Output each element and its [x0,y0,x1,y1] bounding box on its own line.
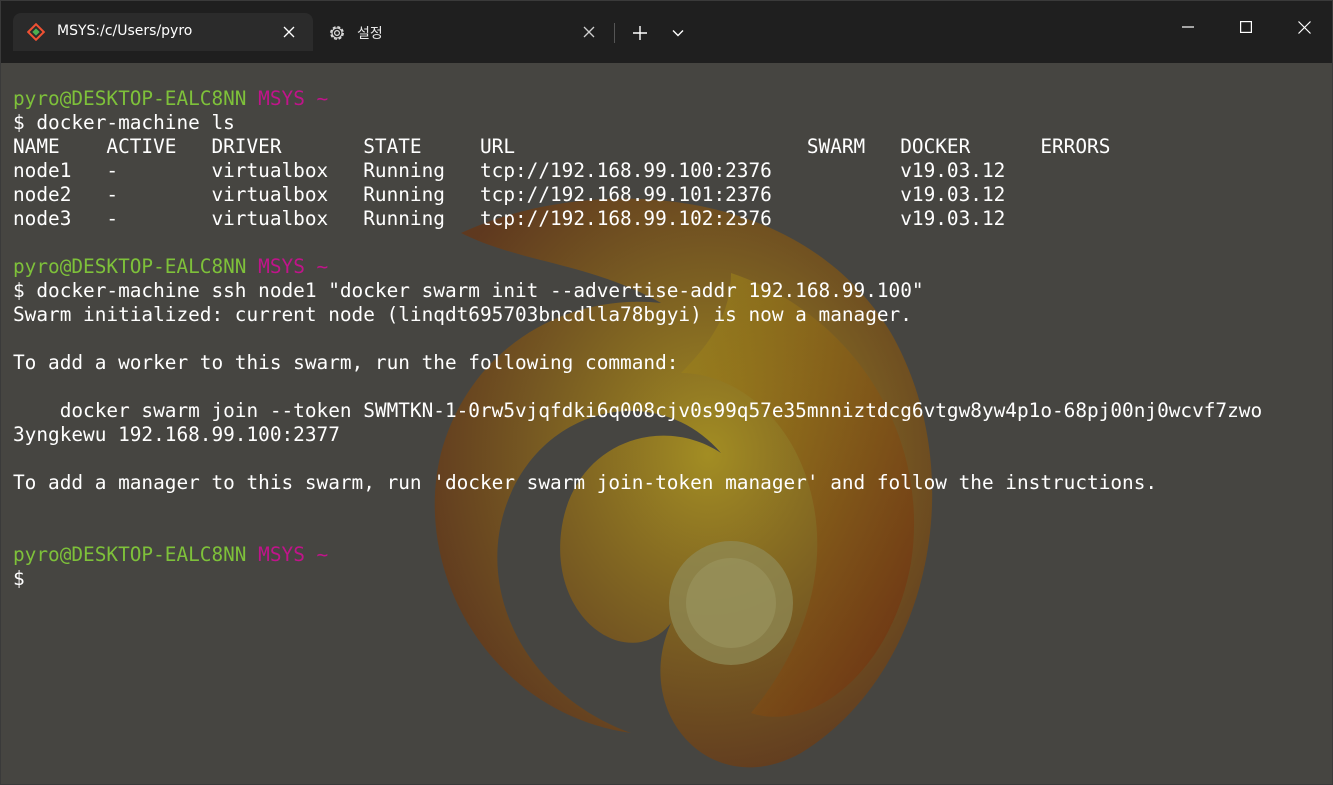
maximize-icon [1240,21,1252,33]
close-icon[interactable] [279,22,299,42]
prompt-msys-path: MSYS ~ [258,87,329,110]
tab-title: MSYS:/c/Users/pyro [57,23,193,39]
tab-title: 설정 [357,26,383,42]
terminal-line: To add a worker to this swarm, run the f… [13,351,1262,375]
close-icon [1297,20,1311,34]
terminal-text-segment: node2 - virtualbox Running tcp://192.168… [13,183,1006,206]
terminal-text-segment: Swarm initialized: current node (linqdt6… [13,303,912,326]
terminal-line: 3yngkewu 192.168.99.100:2377 [13,423,1262,447]
terminal-line: Swarm initialized: current node (linqdt6… [13,303,1262,327]
prompt-user-host: pyro@DESKTOP-EALC8NN [13,87,259,110]
terminal-line: node1 - virtualbox Running tcp://192.168… [13,159,1262,183]
terminal-line: $ docker-machine ls [13,111,1262,135]
prompt-user-host: pyro@DESKTOP-EALC8NN [13,543,259,566]
terminal-text-segment: node1 - virtualbox Running tcp://192.168… [13,159,1006,182]
terminal-text-segment: $ docker-machine ls [13,111,235,134]
tab-dropdown-button[interactable] [665,21,691,45]
terminal-line: To add a manager to this swarm, run 'doc… [13,471,1262,495]
close-window-button[interactable] [1281,9,1327,45]
git-bash-icon [26,22,46,42]
terminal-line: docker swarm join --token SWMTKN-1-0rw5v… [13,399,1262,423]
terminal-line: $ docker-machine ssh node1 "docker swarm… [13,279,1262,303]
terminal-line: pyro@DESKTOP-EALC8NN MSYS ~ [13,255,1262,279]
terminal-line: node3 - virtualbox Running tcp://192.168… [13,207,1262,231]
minimize-icon [1182,26,1194,28]
terminal-output: pyro@DESKTOP-EALC8NN MSYS ~ $ docker-mach… [13,87,1262,591]
close-icon[interactable] [579,22,599,42]
terminal-text-segment: node3 - virtualbox Running tcp://192.168… [13,207,1006,230]
minimize-button[interactable] [1165,9,1211,45]
tab-settings[interactable]: 설정 [313,13,613,51]
terminal-line: NAME ACTIVE DRIVER STATE URL SWARM DOCKE… [13,135,1262,159]
terminal-line: pyro@DESKTOP-EALC8NN MSYS ~ [13,87,1262,111]
terminal-text-segment: docker swarm join --token SWMTKN-1-0rw5v… [13,399,1263,422]
prompt-msys-path: MSYS ~ [258,255,329,278]
tab-msys[interactable]: MSYS:/c/Users/pyro [13,13,313,51]
maximize-button[interactable] [1223,9,1269,45]
plus-icon [633,26,647,40]
terminal-line: node2 - virtualbox Running tcp://192.168… [13,183,1262,207]
new-tab-button[interactable] [627,21,653,45]
terminal-line: pyro@DESKTOP-EALC8NN MSYS ~ [13,543,1262,567]
terminal-line: $ [13,567,1262,591]
terminal-text-segment: $ [13,567,25,590]
gear-icon [327,23,345,41]
terminal-text-segment: NAME ACTIVE DRIVER STATE URL SWARM DOCKE… [13,135,1111,158]
title-bar[interactable]: MSYS:/c/Users/pyro 설정 [1,1,1332,63]
terminal-window: MSYS:/c/Users/pyro 설정 pyro@DESKTOP-EALC8… [0,0,1333,785]
terminal-area[interactable]: pyro@DESKTOP-EALC8NN MSYS ~ $ docker-mach… [1,63,1332,784]
chevron-down-icon [672,30,684,37]
tab-divider [614,23,615,43]
terminal-text-segment: To add a worker to this swarm, run the f… [13,351,679,374]
terminal-text-segment: $ docker-machine ssh node1 "docker swarm… [13,279,924,302]
terminal-text-segment: 3yngkewu 192.168.99.100:2377 [13,423,340,446]
prompt-user-host: pyro@DESKTOP-EALC8NN [13,255,259,278]
prompt-msys-path: MSYS ~ [258,543,329,566]
terminal-text-segment: To add a manager to this swarm, run 'doc… [13,471,1158,494]
